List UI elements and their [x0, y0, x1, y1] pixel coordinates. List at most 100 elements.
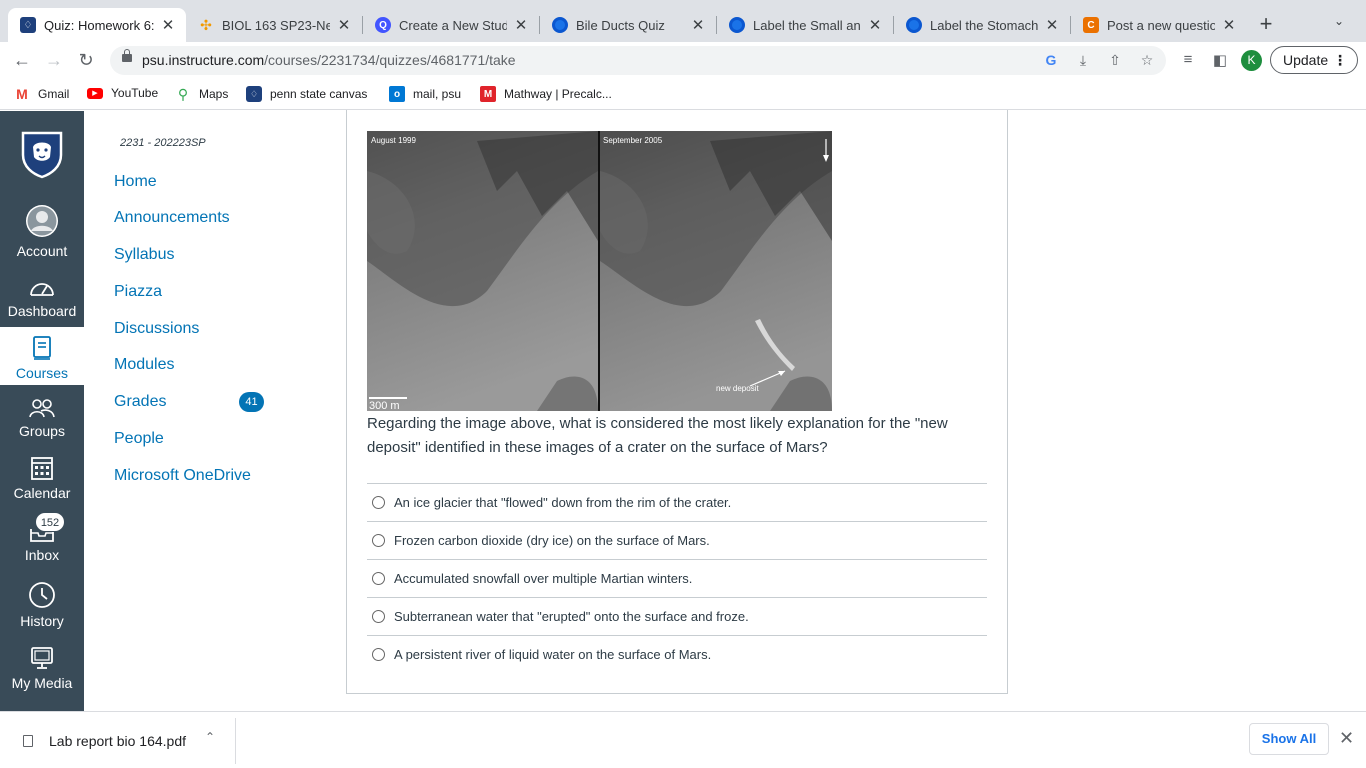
- bookmarks-bar: M Gmail ▶ YouTube ⚲ Maps ♢ penn state ca…: [0, 78, 1366, 110]
- install-app-icon[interactable]: ⤓: [1074, 51, 1092, 70]
- nav-account[interactable]: Account: [0, 203, 84, 263]
- reload-icon[interactable]: ↻: [74, 48, 98, 72]
- close-icon[interactable]: ✕: [690, 16, 706, 34]
- answer-option[interactable]: An ice glacier that "flowed" down from t…: [367, 483, 987, 521]
- courses-icon: [33, 336, 51, 360]
- tab-chegg[interactable]: C Post a new question ✕: [1071, 8, 1247, 42]
- url-text[interactable]: psu.instructure.com/courses/2231734/quiz…: [142, 52, 516, 68]
- radio-button[interactable]: [372, 534, 385, 547]
- penn-state-logo[interactable]: [19, 129, 65, 179]
- forward-arrow-icon[interactable]: →: [42, 48, 66, 72]
- answer-label[interactable]: Subterranean water that "erupted" onto t…: [394, 609, 749, 624]
- course-nav-piazza[interactable]: Piazza: [114, 283, 162, 301]
- nav-my-media[interactable]: My Media: [0, 645, 84, 695]
- answer-option[interactable]: Accumulated snowfall over multiple Marti…: [367, 559, 987, 597]
- bookmark-gmail[interactable]: M Gmail: [14, 86, 69, 102]
- update-label: Update: [1283, 52, 1329, 68]
- close-icon[interactable]: ✕: [1044, 16, 1060, 34]
- question-text: Regarding the image above, what is consi…: [367, 415, 948, 456]
- close-icon[interactable]: ✕: [1339, 728, 1354, 749]
- close-icon[interactable]: ✕: [513, 16, 529, 34]
- side-panel-icon[interactable]: ◧: [1210, 51, 1230, 69]
- download-item[interactable]: Lab report bio 164.pdf ⌃: [0, 718, 236, 764]
- profile-avatar[interactable]: K: [1241, 50, 1262, 71]
- nav-dashboard[interactable]: Dashboard: [0, 277, 84, 325]
- radio-button[interactable]: [372, 610, 385, 623]
- tab-strip: ♢ Quiz: Homework 6: ✕ ✣ BIOL 163 SP23-Ne…: [0, 0, 1366, 42]
- course-nav-announcements[interactable]: Announcements: [114, 209, 230, 227]
- reading-list-icon[interactable]: ≡: [1178, 51, 1198, 68]
- tab-title: Quiz: Homework 6:: [44, 17, 154, 33]
- browser-toolbar: ← → ↻ psu.instructure.com/courses/223173…: [0, 42, 1366, 78]
- pdf-file-icon: [23, 735, 33, 747]
- course-nav-people[interactable]: People: [114, 430, 164, 448]
- bookmark-mail-psu[interactable]: o mail, psu: [389, 86, 461, 102]
- close-icon[interactable]: ✕: [867, 16, 883, 34]
- tab-title: Post a new question: [1107, 17, 1215, 33]
- course-nav-discussions[interactable]: Discussions: [114, 320, 199, 338]
- mars-crater-image: August 1999 September 2005 new deposit 3…: [367, 131, 832, 411]
- tab-stomach[interactable]: Label the Stomach ✕: [894, 8, 1070, 42]
- chevron-up-icon[interactable]: ⌃: [205, 730, 215, 744]
- nav-history[interactable]: History: [0, 581, 84, 631]
- mathway-icon: M: [480, 86, 496, 102]
- address-bar[interactable]: psu.instructure.com/courses/2231734/quiz…: [110, 46, 1166, 75]
- new-tab-button[interactable]: +: [1255, 12, 1277, 36]
- course-nav-grades[interactable]: Grades: [114, 393, 166, 411]
- google-translate-icon[interactable]: G: [1042, 51, 1060, 70]
- share-icon[interactable]: ⇧: [1106, 51, 1124, 70]
- bookmark-label: Gmail: [38, 87, 70, 101]
- penn-state-icon: ♢: [246, 86, 262, 102]
- more-vert-icon: ⋮: [1333, 52, 1347, 68]
- answer-label[interactable]: A persistent river of liquid water on th…: [394, 647, 711, 662]
- course-nav-modules[interactable]: Modules: [114, 356, 174, 374]
- show-all-button[interactable]: Show All: [1249, 723, 1329, 755]
- nav-groups[interactable]: Groups: [0, 397, 84, 445]
- radio-button[interactable]: [372, 496, 385, 509]
- tab-bile-ducts[interactable]: Bile Ducts Quiz ✕: [540, 8, 716, 42]
- download-shelf: Lab report bio 164.pdf ⌃ Show All ✕: [0, 711, 1366, 768]
- tab-title: Bile Ducts Quiz: [576, 17, 665, 33]
- answer-label[interactable]: Frozen carbon dioxide (dry ice) on the s…: [394, 533, 710, 548]
- tab-title: Label the Small and: [753, 17, 861, 33]
- tab-title: BIOL 163 SP23-Nei: [222, 17, 330, 33]
- close-icon[interactable]: ✕: [336, 16, 352, 34]
- quizlet-icon: Q: [375, 17, 391, 33]
- bookmark-star-icon[interactable]: ☆: [1138, 51, 1156, 70]
- nav-courses[interactable]: Courses: [0, 327, 84, 385]
- tab-quizlet[interactable]: Q Create a New Study ✕: [363, 8, 539, 42]
- lock-icon: [122, 49, 132, 62]
- dots-icon: ✣: [200, 16, 212, 33]
- course-nav-syllabus[interactable]: Syllabus: [114, 246, 174, 264]
- answer-option[interactable]: A persistent river of liquid water on th…: [367, 635, 987, 673]
- course-nav-home[interactable]: Home: [114, 173, 157, 191]
- tab-quiz[interactable]: ♢ Quiz: Homework 6: ✕: [8, 8, 186, 42]
- answer-label[interactable]: Accumulated snowfall over multiple Marti…: [394, 571, 692, 586]
- radio-button[interactable]: [372, 648, 385, 661]
- back-arrow-icon[interactable]: ←: [10, 48, 34, 72]
- radio-button[interactable]: [372, 572, 385, 585]
- bookmark-maps[interactable]: ⚲ Maps: [175, 86, 228, 102]
- answer-option[interactable]: Subterranean water that "erupted" onto t…: [367, 597, 987, 635]
- course-nav-onedrive[interactable]: Microsoft OneDrive: [114, 467, 251, 485]
- nav-label: Inbox: [24, 547, 60, 563]
- bookmark-youtube[interactable]: ▶ YouTube: [87, 86, 158, 100]
- avatar-icon: [26, 205, 58, 237]
- bookmark-penn-state-canvas[interactable]: ♢ penn state canvas: [246, 86, 367, 102]
- close-icon[interactable]: ✕: [1221, 16, 1237, 34]
- answer-label[interactable]: An ice glacier that "flowed" down from t…: [394, 495, 731, 510]
- nav-label: Calendar: [13, 485, 71, 501]
- youtube-icon: ▶: [87, 87, 103, 99]
- tab-small-intestine[interactable]: Label the Small and ✕: [717, 8, 893, 42]
- bookmark-mathway[interactable]: M Mathway | Precalc...: [480, 86, 612, 102]
- media-icon: [31, 647, 53, 669]
- nav-calendar[interactable]: Calendar: [0, 455, 84, 505]
- globe-icon: [906, 17, 922, 33]
- answer-option[interactable]: Frozen carbon dioxide (dry ice) on the s…: [367, 521, 987, 559]
- tab-biol[interactable]: ✣ BIOL 163 SP23-Nei ✕: [186, 8, 362, 42]
- download-file-name[interactable]: Lab report bio 164.pdf: [49, 733, 186, 749]
- update-button[interactable]: Update ⋮: [1270, 46, 1358, 74]
- nav-label: Account: [16, 243, 68, 259]
- tab-search-chevron-icon[interactable]: ⌄: [1334, 14, 1344, 28]
- close-icon[interactable]: ✕: [160, 16, 176, 34]
